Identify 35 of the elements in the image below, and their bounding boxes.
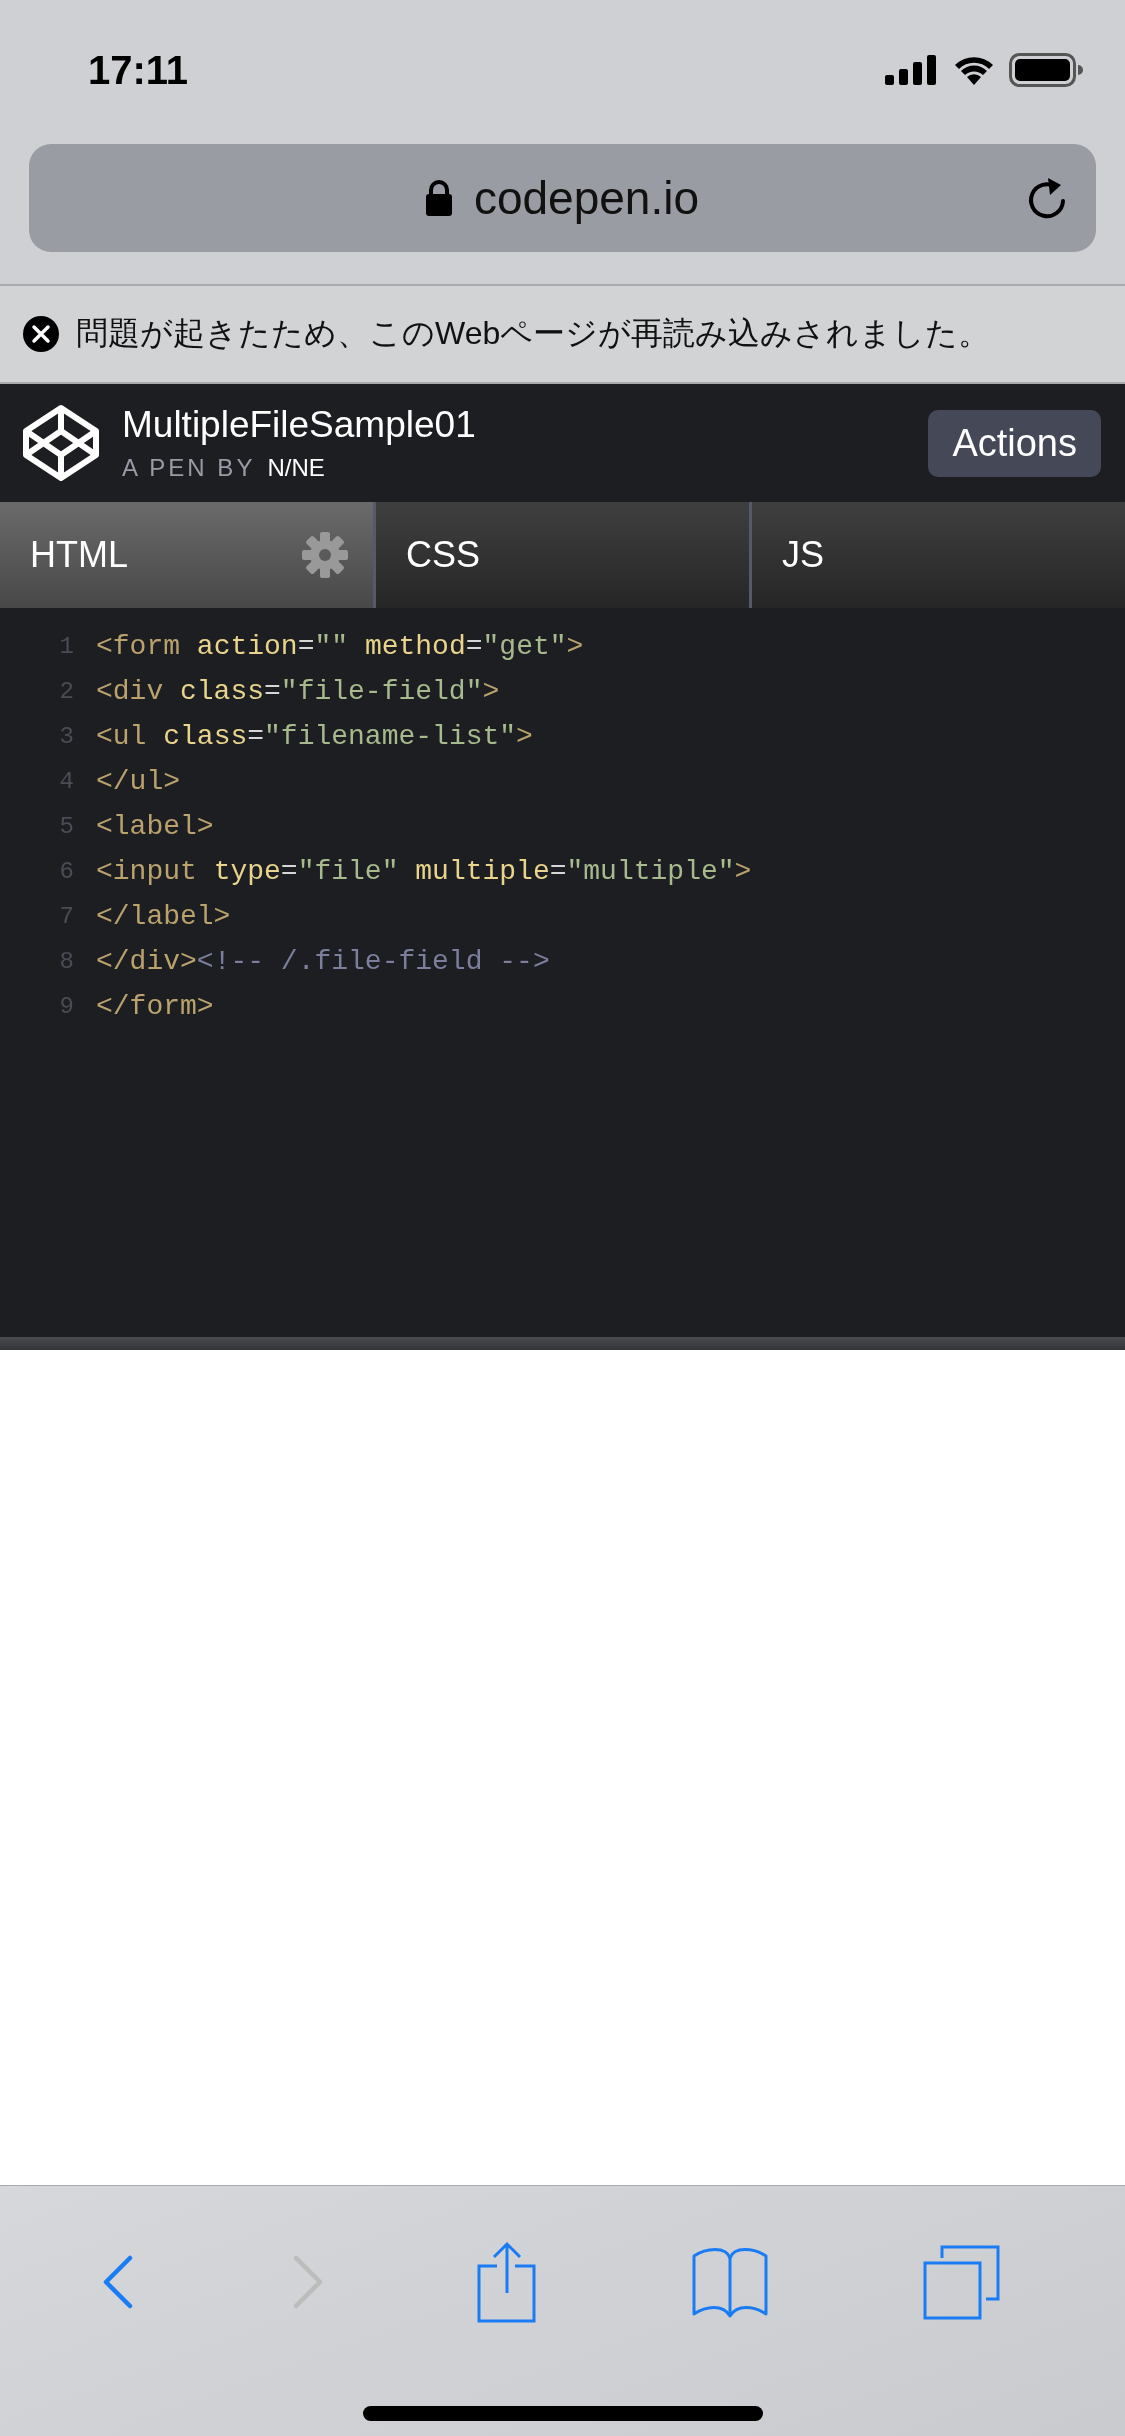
address-bar[interactable]: codepen.io <box>29 144 1096 252</box>
lock-icon <box>425 180 452 216</box>
code-line: </div><!-- /.file-field --> <box>96 946 550 977</box>
tab-label: HTML <box>30 534 128 576</box>
pen-title: MultipleFileSample01 <box>122 404 477 446</box>
bookmarks-icon[interactable] <box>691 2246 770 2318</box>
code-line: <div class="file-field"> <box>96 676 500 707</box>
code-line: <input type="file" multiple="multiple"> <box>96 856 752 887</box>
reload-icon[interactable] <box>1026 175 1068 221</box>
byline-label: A PEN BY <box>122 454 256 482</box>
url-text: codepen.io <box>473 171 700 225</box>
wifi-icon <box>953 54 995 86</box>
code-line: <label> <box>96 811 214 842</box>
close-icon[interactable] <box>22 315 60 353</box>
code-line: </form> <box>96 991 214 1022</box>
status-time: 17:11 <box>88 47 189 93</box>
tab-label: JS <box>782 534 824 576</box>
tabs-icon[interactable] <box>923 2244 1001 2320</box>
editor-tab[interactable]: HTML <box>0 502 376 608</box>
author-link[interactable]: N/NE <box>267 454 325 482</box>
editor-tab[interactable]: CSS <box>376 502 752 608</box>
code-line: <ul class="filename-list"> <box>96 721 533 752</box>
cube-logo-icon[interactable] <box>22 404 100 482</box>
code-line: </ul> <box>96 766 180 797</box>
error-message: 問題が起きたため、このWebページが再読み込みされました。 <box>76 314 991 353</box>
share-icon[interactable] <box>477 2241 538 2323</box>
signal-icon <box>885 55 939 85</box>
tab-label: CSS <box>406 534 481 576</box>
code-line: <form action="" method="get"> <box>96 631 584 662</box>
battery-icon <box>1009 53 1083 87</box>
actions-button[interactable]: Actions <box>928 409 1101 477</box>
editor-tab[interactable]: JS <box>752 502 1125 608</box>
code-line: </label> <box>96 901 231 932</box>
resize-bar[interactable] <box>0 1337 1125 1350</box>
settings-icon[interactable] <box>301 531 349 579</box>
